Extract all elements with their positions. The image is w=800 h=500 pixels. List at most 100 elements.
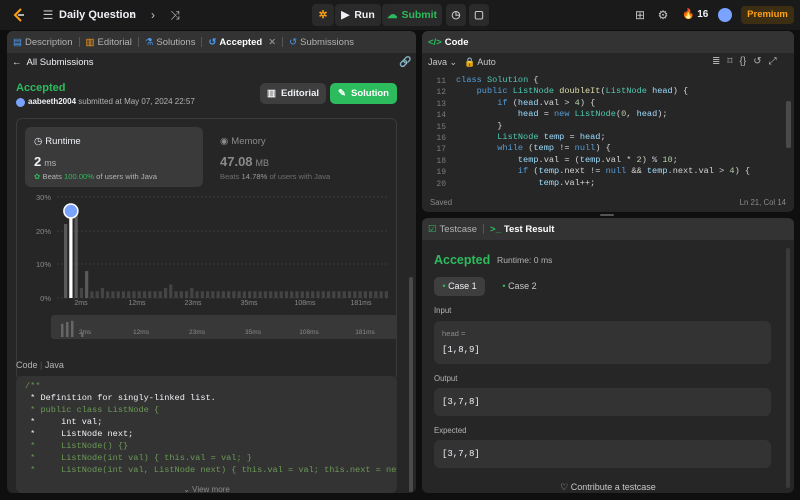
debug-button[interactable]: ✲ bbox=[312, 4, 334, 26]
distribution-bar[interactable] bbox=[253, 291, 257, 298]
distribution-bar[interactable] bbox=[174, 291, 178, 298]
distribution-bar[interactable] bbox=[326, 291, 331, 298]
distribution-bar[interactable] bbox=[211, 291, 215, 298]
distribution-bar[interactable] bbox=[100, 287, 105, 298]
braces-icon[interactable]: {} bbox=[740, 56, 747, 67]
distribution-bar[interactable] bbox=[137, 291, 141, 298]
notes-button[interactable]: ▢ bbox=[469, 4, 489, 26]
premium-button[interactable]: Premium bbox=[741, 6, 794, 24]
left-scrollbar[interactable] bbox=[409, 277, 413, 492]
editor-code-line[interactable]: public ListNode doubleIt(ListNode head) … bbox=[456, 86, 689, 98]
distribution-bar[interactable] bbox=[295, 291, 299, 298]
close-icon[interactable]: ✕ bbox=[268, 37, 276, 48]
distribution-bar[interactable] bbox=[279, 291, 283, 298]
editor-code-line[interactable]: ListNode temp = head; bbox=[456, 132, 605, 144]
prev-icon[interactable]: ‹ bbox=[124, 0, 140, 30]
editor-code-line[interactable]: } bbox=[456, 121, 502, 133]
gear-icon[interactable]: ⚙ bbox=[655, 0, 671, 30]
distribution-bar[interactable] bbox=[347, 291, 352, 298]
distribution-bar[interactable] bbox=[200, 291, 204, 298]
distribution-bar[interactable] bbox=[64, 223, 68, 298]
resize-handle[interactable] bbox=[600, 214, 614, 216]
back-to-submissions[interactable]: ← All Submissions bbox=[12, 57, 94, 68]
language-select[interactable]: Java ⌄ bbox=[428, 57, 457, 68]
distribution-bar[interactable] bbox=[290, 291, 294, 298]
distribution-bar[interactable] bbox=[227, 291, 231, 298]
shuffle-icon[interactable]: ⤨ bbox=[167, 0, 183, 30]
distribution-bar[interactable] bbox=[85, 271, 89, 298]
distribution-bar[interactable] bbox=[158, 291, 162, 298]
distribution-bar[interactable] bbox=[337, 291, 341, 298]
highlight-bar[interactable] bbox=[69, 213, 73, 298]
distribution-bar[interactable] bbox=[95, 291, 99, 298]
bookmark-icon[interactable]: ⌑ bbox=[727, 56, 732, 67]
distribution-bar[interactable] bbox=[274, 291, 278, 298]
menu-icon[interactable]: ☰ bbox=[40, 0, 56, 30]
run-button[interactable]: ▶ Run bbox=[335, 4, 381, 26]
submit-button[interactable]: ☁ Submit bbox=[382, 4, 442, 26]
solution-button[interactable]: ✎ Solution bbox=[330, 83, 397, 104]
distribution-bar[interactable] bbox=[132, 291, 136, 298]
distribution-bar[interactable] bbox=[300, 291, 304, 298]
editor-code-line[interactable]: class Solution { bbox=[456, 75, 539, 87]
tab-description[interactable]: ▤ Description bbox=[7, 31, 79, 53]
memory-card[interactable]: ◉ Memory 47.08 MB Beats 14.78% of users wi… bbox=[211, 127, 389, 187]
distribution-bar[interactable] bbox=[311, 291, 315, 298]
distribution-bar[interactable] bbox=[121, 291, 126, 298]
distribution-bar[interactable] bbox=[74, 207, 78, 298]
distribution-bar[interactable] bbox=[163, 287, 168, 298]
distribution-bar[interactable] bbox=[195, 291, 199, 298]
distribution-bar[interactable] bbox=[374, 291, 378, 298]
distribution-bar[interactable] bbox=[79, 287, 84, 298]
distribution-bar[interactable] bbox=[116, 291, 120, 298]
contribute-testcase-link[interactable]: ♡ Contribute a testcase bbox=[422, 482, 794, 493]
distribution-bar[interactable] bbox=[363, 291, 367, 298]
distribution-bar[interactable] bbox=[127, 291, 131, 298]
result-scrollbar[interactable] bbox=[786, 248, 790, 488]
expand-icon[interactable]: ⤢ bbox=[769, 56, 777, 67]
link-icon[interactable]: 🔗 bbox=[399, 57, 411, 68]
tab-submissions[interactable]: ↺ Submissions bbox=[283, 31, 360, 53]
minimap[interactable] bbox=[51, 315, 397, 339]
layout-icon[interactable]: ⊞ bbox=[632, 0, 648, 30]
tab-test-result[interactable]: >_ Test Result bbox=[484, 218, 560, 240]
distribution-bar[interactable] bbox=[269, 291, 273, 298]
case-1-tab[interactable]: • Case 1 bbox=[434, 277, 485, 296]
next-icon[interactable]: › bbox=[145, 0, 161, 30]
runtime-distribution-chart[interactable]: 30% 20% 10% 0% 2ms 12ms 23ms 35ms 108ms 181ms 2ms 1… bbox=[17, 189, 397, 379]
distribution-bar[interactable] bbox=[332, 291, 336, 298]
timer-button[interactable]: ◷ bbox=[446, 4, 466, 26]
distribution-bar[interactable] bbox=[316, 291, 320, 298]
distribution-bar[interactable] bbox=[169, 284, 173, 298]
reset-icon[interactable]: ↺ bbox=[753, 56, 761, 67]
avatar[interactable] bbox=[718, 8, 732, 22]
distribution-bar[interactable] bbox=[305, 291, 310, 298]
distribution-bar[interactable] bbox=[184, 291, 189, 298]
runtime-card[interactable]: ◷ Runtime 2 ms ✿ Beats 100.00% of users wi… bbox=[25, 127, 203, 187]
distribution-bar[interactable] bbox=[221, 291, 225, 298]
distribution-bar[interactable] bbox=[216, 291, 220, 298]
case-2-tab[interactable]: • Case 2 bbox=[494, 277, 545, 296]
distribution-bar[interactable] bbox=[106, 291, 110, 298]
note-icon[interactable]: ≣ bbox=[712, 56, 720, 67]
distribution-bar[interactable] bbox=[232, 291, 236, 298]
distribution-bar[interactable] bbox=[242, 291, 247, 298]
editor-code-line[interactable]: if (head.val > 4) { bbox=[456, 98, 595, 110]
editor-code-line[interactable]: head = new ListNode(0, head); bbox=[456, 109, 668, 121]
distribution-bar[interactable] bbox=[258, 291, 262, 298]
tab-testcase[interactable]: ☑ Testcase bbox=[422, 218, 483, 240]
editor-code-line[interactable]: while (temp != null) { bbox=[456, 143, 611, 155]
editor-code-line[interactable]: temp.val = (temp.val * 2) % 10; bbox=[456, 155, 678, 167]
distribution-bar[interactable] bbox=[237, 291, 241, 298]
editor-code-line[interactable]: temp.val++; bbox=[456, 178, 596, 187]
distribution-bar[interactable] bbox=[248, 291, 252, 298]
distribution-bar[interactable] bbox=[321, 291, 325, 298]
distribution-bar[interactable] bbox=[353, 291, 357, 298]
distribution-bar[interactable] bbox=[148, 291, 152, 298]
streak-counter[interactable]: 🔥 16 bbox=[682, 9, 708, 20]
distribution-bar[interactable] bbox=[111, 291, 115, 298]
editor-code-line[interactable]: if (temp.next != null && temp.next.val >… bbox=[456, 166, 750, 178]
distribution-bar[interactable] bbox=[379, 291, 383, 298]
distribution-bar[interactable] bbox=[263, 291, 268, 298]
leetcode-logo[interactable] bbox=[12, 8, 26, 22]
